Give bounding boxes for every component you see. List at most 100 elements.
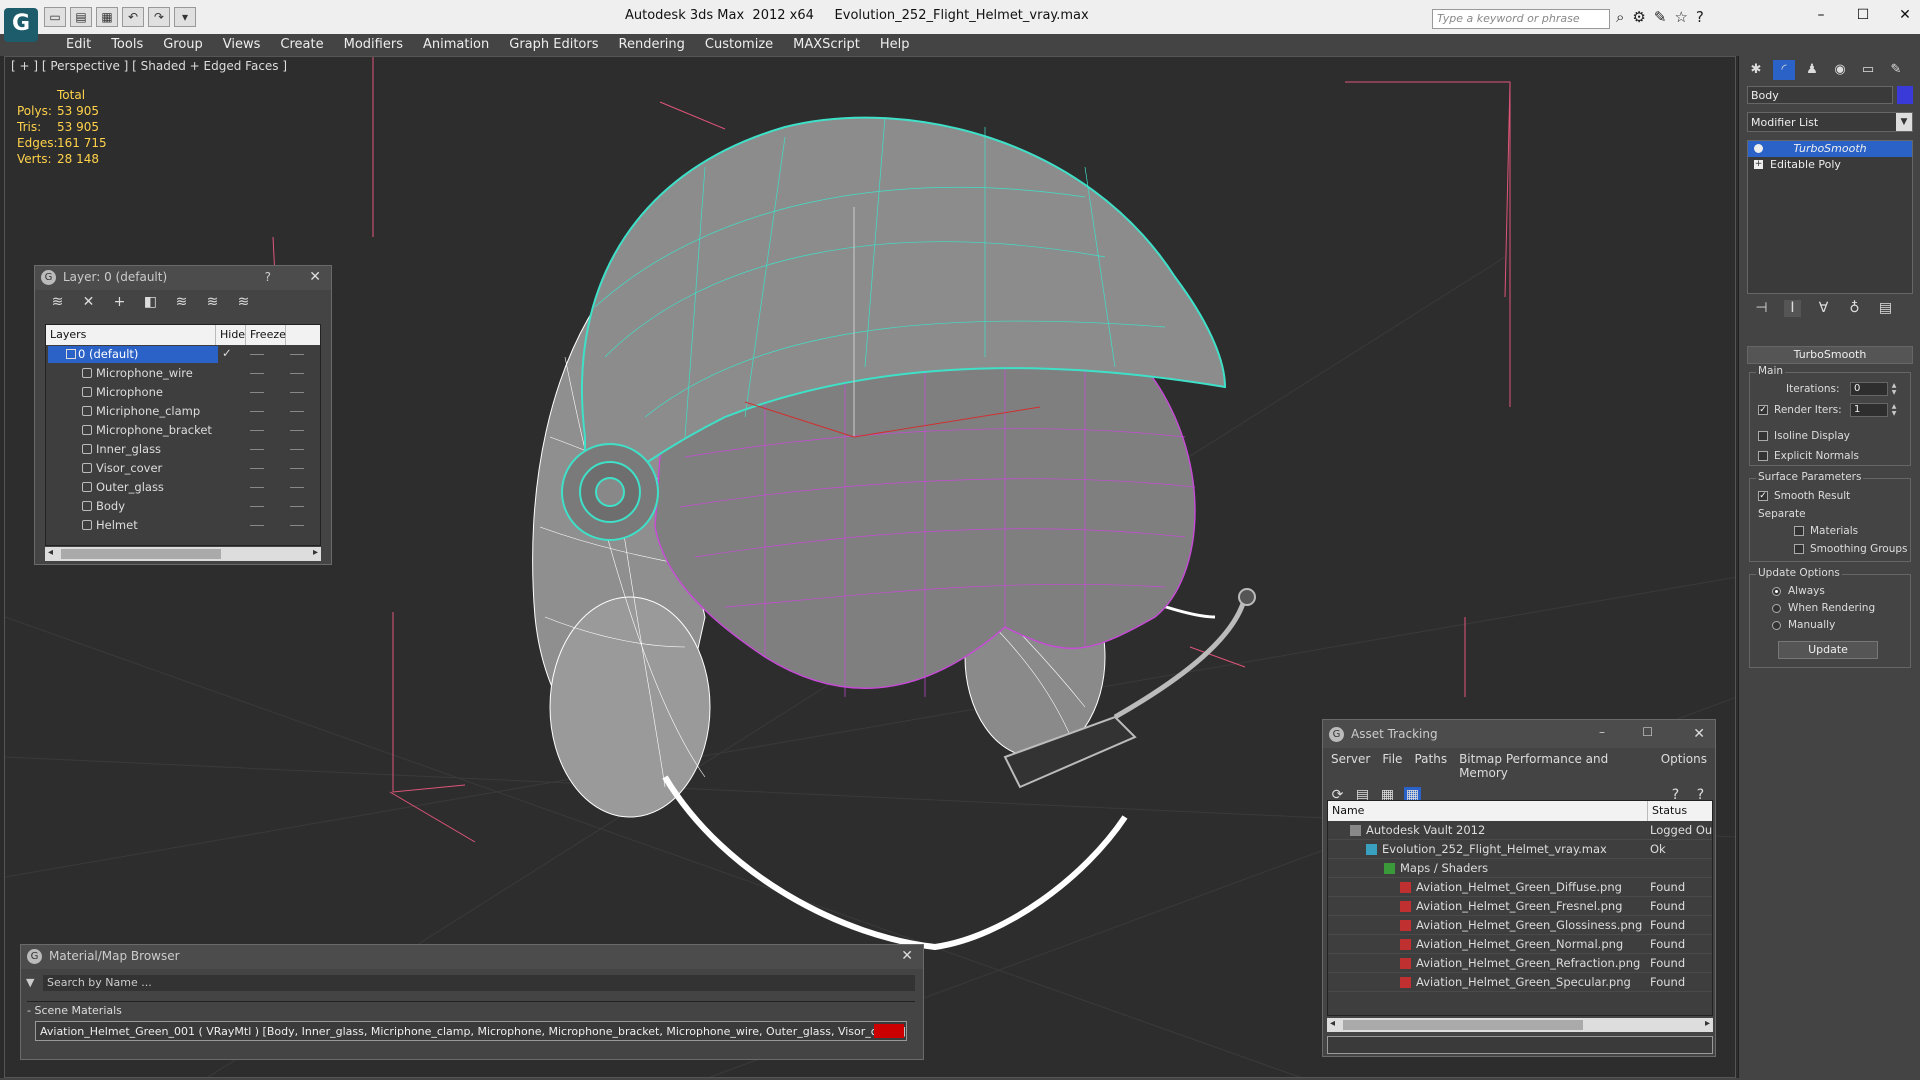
scroll-thumb[interactable]	[1343, 1020, 1583, 1030]
layer-row[interactable]: Micriphone_clamp	[46, 402, 320, 421]
layer-row[interactable]: Microphone	[46, 383, 320, 402]
asset-menu-paths[interactable]: Paths	[1414, 752, 1447, 780]
render-iters-checkbox[interactable]: ✓	[1758, 405, 1768, 415]
asset-row[interactable]: Aviation_Helmet_Green_Fresnel.png Found	[1328, 897, 1712, 916]
favorites-icon[interactable]: ☆	[1674, 8, 1687, 26]
always-radio[interactable]	[1772, 587, 1781, 596]
column-name[interactable]: Name	[1328, 801, 1648, 821]
asset-tracking-title[interactable]: G Asset Tracking – ☐ ✕	[1323, 720, 1715, 748]
materials-checkbox[interactable]	[1794, 526, 1804, 536]
material-browser-title[interactable]: G Material/Map Browser ✕	[21, 945, 923, 969]
asset-menu-options[interactable]: Options	[1661, 752, 1707, 780]
layer-row[interactable]: Visor_cover	[46, 459, 320, 478]
smoothing-groups-checkbox[interactable]	[1794, 544, 1804, 554]
modifier-list-dropdown[interactable]: Modifier List ▼	[1747, 112, 1913, 132]
minimize-icon[interactable]: –	[1800, 2, 1842, 28]
freeze-all-icon[interactable]: ≋	[235, 294, 252, 311]
undo-icon[interactable]: ↶	[122, 7, 144, 27]
modify-tab-icon[interactable]: ◜	[1773, 60, 1795, 80]
close-icon[interactable]: ✕	[1884, 2, 1920, 28]
menu-modifiers[interactable]: Modifiers	[334, 34, 413, 56]
hierarchy-tab-icon[interactable]: ♟	[1801, 60, 1823, 80]
layer-panel-title[interactable]: G Layer: 0 (default) ? ✕	[35, 266, 331, 290]
browser-options-icon[interactable]: ▼	[26, 976, 34, 989]
column-status[interactable]: Status	[1648, 801, 1708, 821]
scroll-right-icon[interactable]: ▸	[313, 547, 318, 558]
maximize-icon[interactable]: ☐	[1842, 2, 1884, 28]
asset-row[interactable]: Autodesk Vault 2012 Logged Ou	[1328, 821, 1712, 840]
scroll-left-icon[interactable]: ◂	[1330, 1018, 1335, 1029]
menu-help[interactable]: Help	[870, 34, 920, 56]
asset-row[interactable]: Aviation_Helmet_Green_Normal.png Found	[1328, 935, 1712, 954]
asset-row[interactable]: Aviation_Helmet_Green_Specular.png Found	[1328, 973, 1712, 992]
app-logo-icon[interactable]: G	[4, 8, 38, 42]
show-end-result-icon[interactable]: Ⅰ	[1784, 300, 1801, 317]
material-entry[interactable]: Aviation_Helmet_Green_001 ( VRayMtl ) [B…	[35, 1021, 907, 1041]
help-icon[interactable]: ?	[265, 270, 271, 284]
column-hide[interactable]: Hide	[216, 325, 246, 345]
create-layer-icon[interactable]: ≋	[49, 294, 66, 311]
spinner-arrows-icon[interactable]: ▲ ▼	[1890, 382, 1898, 396]
create-tab-icon[interactable]: ✱	[1745, 60, 1767, 80]
menu-rendering[interactable]: Rendering	[609, 34, 695, 56]
manually-radio[interactable]	[1772, 621, 1781, 630]
close-icon[interactable]: ✕	[901, 948, 913, 964]
lightbulb-icon[interactable]	[1754, 144, 1763, 153]
layer-row[interactable]: Inner_glass	[46, 440, 320, 459]
hide-all-icon[interactable]: ≋	[204, 294, 221, 311]
new-icon[interactable]: ▭	[44, 7, 66, 27]
project-icon[interactable]: ▾	[174, 7, 196, 27]
save-icon[interactable]: ▦	[96, 7, 118, 27]
scroll-right-icon[interactable]: ▸	[1705, 1018, 1710, 1029]
layer-horizontal-scrollbar[interactable]: ◂ ▸	[45, 547, 321, 561]
remove-modifier-icon[interactable]: ♁	[1846, 300, 1863, 317]
rollout-title[interactable]: TurboSmooth	[1747, 346, 1913, 364]
subscription-icon[interactable]: ⚙	[1632, 8, 1645, 26]
help-icon[interactable]: ?	[1696, 8, 1704, 26]
layer-row[interactable]: 0 (default) ✓	[46, 345, 320, 364]
iterations-spinner[interactable]: 0	[1850, 382, 1888, 396]
menu-edit[interactable]: Edit	[56, 34, 101, 56]
object-name-field[interactable]: Body	[1747, 86, 1893, 104]
when-rendering-radio[interactable]	[1772, 604, 1781, 613]
menu-maxscript[interactable]: MAXScript	[783, 34, 870, 56]
menu-graph-editors[interactable]: Graph Editors	[499, 34, 608, 56]
search-input[interactable]: Type a keyword or phrase	[1432, 9, 1610, 29]
menu-customize[interactable]: Customize	[695, 34, 783, 56]
material-search-input[interactable]: Search by Name ...	[43, 975, 915, 991]
asset-horizontal-scrollbar[interactable]: ◂ ▸	[1327, 1018, 1713, 1032]
object-color-swatch[interactable]	[1897, 86, 1913, 104]
scene-materials-group[interactable]: - Scene Materials	[27, 1001, 915, 1017]
column-layers[interactable]: Layers	[46, 325, 216, 345]
asset-menu-bitmap-performance[interactable]: Bitmap Performance and Memory	[1459, 752, 1649, 780]
layer-row[interactable]: Body	[46, 497, 320, 516]
minimize-icon[interactable]: –	[1599, 725, 1605, 739]
menu-create[interactable]: Create	[270, 34, 333, 56]
stack-item-editable-poly[interactable]: + Editable Poly	[1748, 157, 1912, 173]
scroll-left-icon[interactable]: ◂	[48, 547, 53, 558]
asset-row[interactable]: Aviation_Helmet_Green_Glossiness.png Foun…	[1328, 916, 1712, 935]
menu-views[interactable]: Views	[213, 34, 271, 56]
stack-item-turbosmooth[interactable]: TurboSmooth	[1748, 141, 1912, 157]
maximize-icon[interactable]: ☐	[1642, 725, 1653, 739]
viewport-label[interactable]: [ + ] [ Perspective ] [ Shaded + Edged F…	[11, 59, 287, 73]
layer-row[interactable]: Outer_glass	[46, 478, 320, 497]
asset-row[interactable]: Maps / Shaders	[1328, 859, 1712, 878]
render-iters-spinner[interactable]: 1	[1850, 403, 1888, 417]
pin-stack-icon[interactable]: ⊣	[1753, 300, 1770, 317]
asset-path-field[interactable]	[1327, 1036, 1713, 1054]
asset-menu-server[interactable]: Server	[1331, 752, 1370, 780]
binoculars-icon[interactable]: ⌕	[1616, 8, 1624, 26]
column-freeze[interactable]: Freeze	[246, 325, 286, 345]
asset-row[interactable]: Aviation_Helmet_Green_Diffuse.png Found	[1328, 878, 1712, 897]
delete-layer-icon[interactable]: ✕	[80, 294, 97, 311]
asset-menu-file[interactable]: File	[1382, 752, 1402, 780]
redo-icon[interactable]: ↷	[148, 7, 170, 27]
layer-row[interactable]: Helmet	[46, 516, 320, 535]
display-tab-icon[interactable]: ▭	[1857, 60, 1879, 80]
smooth-result-checkbox[interactable]: ✓	[1758, 491, 1768, 501]
open-icon[interactable]: ▤	[70, 7, 92, 27]
make-unique-icon[interactable]: ∀	[1815, 300, 1832, 317]
menu-animation[interactable]: Animation	[413, 34, 499, 56]
highlight-layer-icon[interactable]: ≋	[173, 294, 190, 311]
